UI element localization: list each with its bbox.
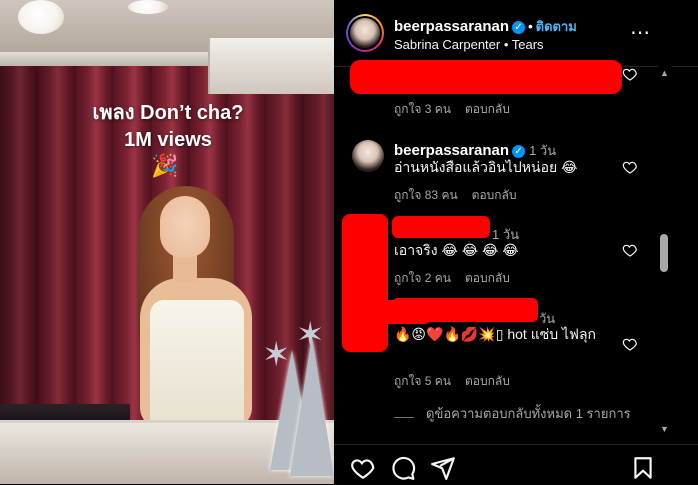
reply-button[interactable]: ตอบกลับ (465, 374, 510, 388)
party-popper-icon: 🎉 (151, 153, 179, 178)
view-replies-button[interactable]: ดูข้อความตอบกลับทั้งหมด 1 รายการ (426, 405, 636, 422)
reel-media[interactable]: ✶ ✶ เพลง Don’t cha? 1M views 🎉 (0, 0, 334, 484)
comments-panel: beerpassaranan ✓ • ติดตาม Sabrina Carpenter… (334, 0, 698, 484)
action-bar (334, 444, 698, 485)
redaction-mark (342, 300, 432, 324)
reply-button[interactable]: ตอบกลับ (465, 102, 510, 116)
star-ornament: ✶ (296, 316, 325, 354)
separator-dot: • (528, 19, 533, 34)
comment-meta: ถูกใจ 5 คน ตอบกลับ (394, 372, 510, 391)
redaction-mark (342, 214, 388, 352)
comment-like-icon[interactable] (622, 66, 638, 82)
caption-line-2: 1M views (124, 129, 212, 151)
window-frame (208, 38, 334, 94)
redaction-mark (392, 216, 490, 238)
video-caption: เพลง Don’t cha? 1M views (58, 100, 278, 154)
comment-text: อ่านหนังสือแล้วอินไปหน่อย 😂 (394, 159, 578, 175)
avatar[interactable] (352, 140, 384, 172)
bookmark-icon[interactable] (630, 455, 656, 481)
more-options-icon[interactable]: ⋯ (630, 20, 651, 45)
scrollbar-thumb[interactable] (660, 234, 668, 272)
scroll-down-arrow-icon[interactable]: ▼ (660, 424, 669, 434)
scroll-up-arrow-icon[interactable]: ▲ (660, 68, 669, 78)
audio-subtitle[interactable]: Sabrina Carpenter • Tears (394, 37, 544, 52)
verified-badge-icon: ✓ (512, 21, 526, 34)
heart-icon[interactable] (350, 455, 376, 481)
likes-count[interactable]: ถูกใจ 3 คน (394, 102, 451, 116)
likes-count[interactable]: ถูกใจ 2 คน (394, 271, 451, 285)
comment-meta: ถูกใจ 2 คน ตอบกลับ (394, 269, 510, 288)
header-username[interactable]: beerpassaranan ✓ • ติดตาม (394, 16, 577, 37)
likes-count[interactable]: ถูกใจ 5 คน (394, 374, 451, 388)
reply-button[interactable]: ตอบกลับ (472, 188, 517, 202)
avatar[interactable] (346, 14, 384, 52)
likes-count[interactable]: ถูกใจ 83 คน (394, 188, 458, 202)
ceiling-lamp (128, 0, 168, 14)
comment-text: 🔥😡❤️🔥💋💥▯ hot แซ่บ ไฟลุก (394, 326, 597, 342)
comment-like-icon[interactable] (622, 242, 638, 258)
username-text[interactable]: beerpassaranan (394, 18, 509, 35)
comment-meta: ถูกใจ 83 คน ตอบกลับ (394, 186, 517, 205)
person-face (160, 196, 210, 258)
post-header: beerpassaranan ✓ • ติดตาม Sabrina Carpenter… (334, 0, 698, 67)
comment-like-icon[interactable] (622, 159, 638, 175)
star-ornament: ✶ (262, 336, 291, 374)
share-icon[interactable] (430, 455, 456, 481)
ceiling-lamp (18, 0, 64, 34)
avatar-image (350, 18, 380, 48)
replies-divider (394, 417, 414, 418)
comment-icon[interactable] (390, 455, 416, 481)
follow-button[interactable]: ติดตาม (536, 19, 577, 34)
comment-meta: ถูกใจ 3 คน ตอบกลับ (394, 100, 510, 119)
redaction-mark (350, 60, 622, 94)
comment-text: เอาจริง 😂 😂 😂 😂 (394, 242, 519, 258)
christmas-tree (290, 336, 334, 476)
caption-line-1: เพลง Don’t cha? (92, 102, 244, 124)
comment-time: 1 วัน (529, 143, 557, 158)
reply-button[interactable]: ตอบกลับ (465, 271, 510, 285)
comment-like-icon[interactable] (622, 336, 638, 352)
